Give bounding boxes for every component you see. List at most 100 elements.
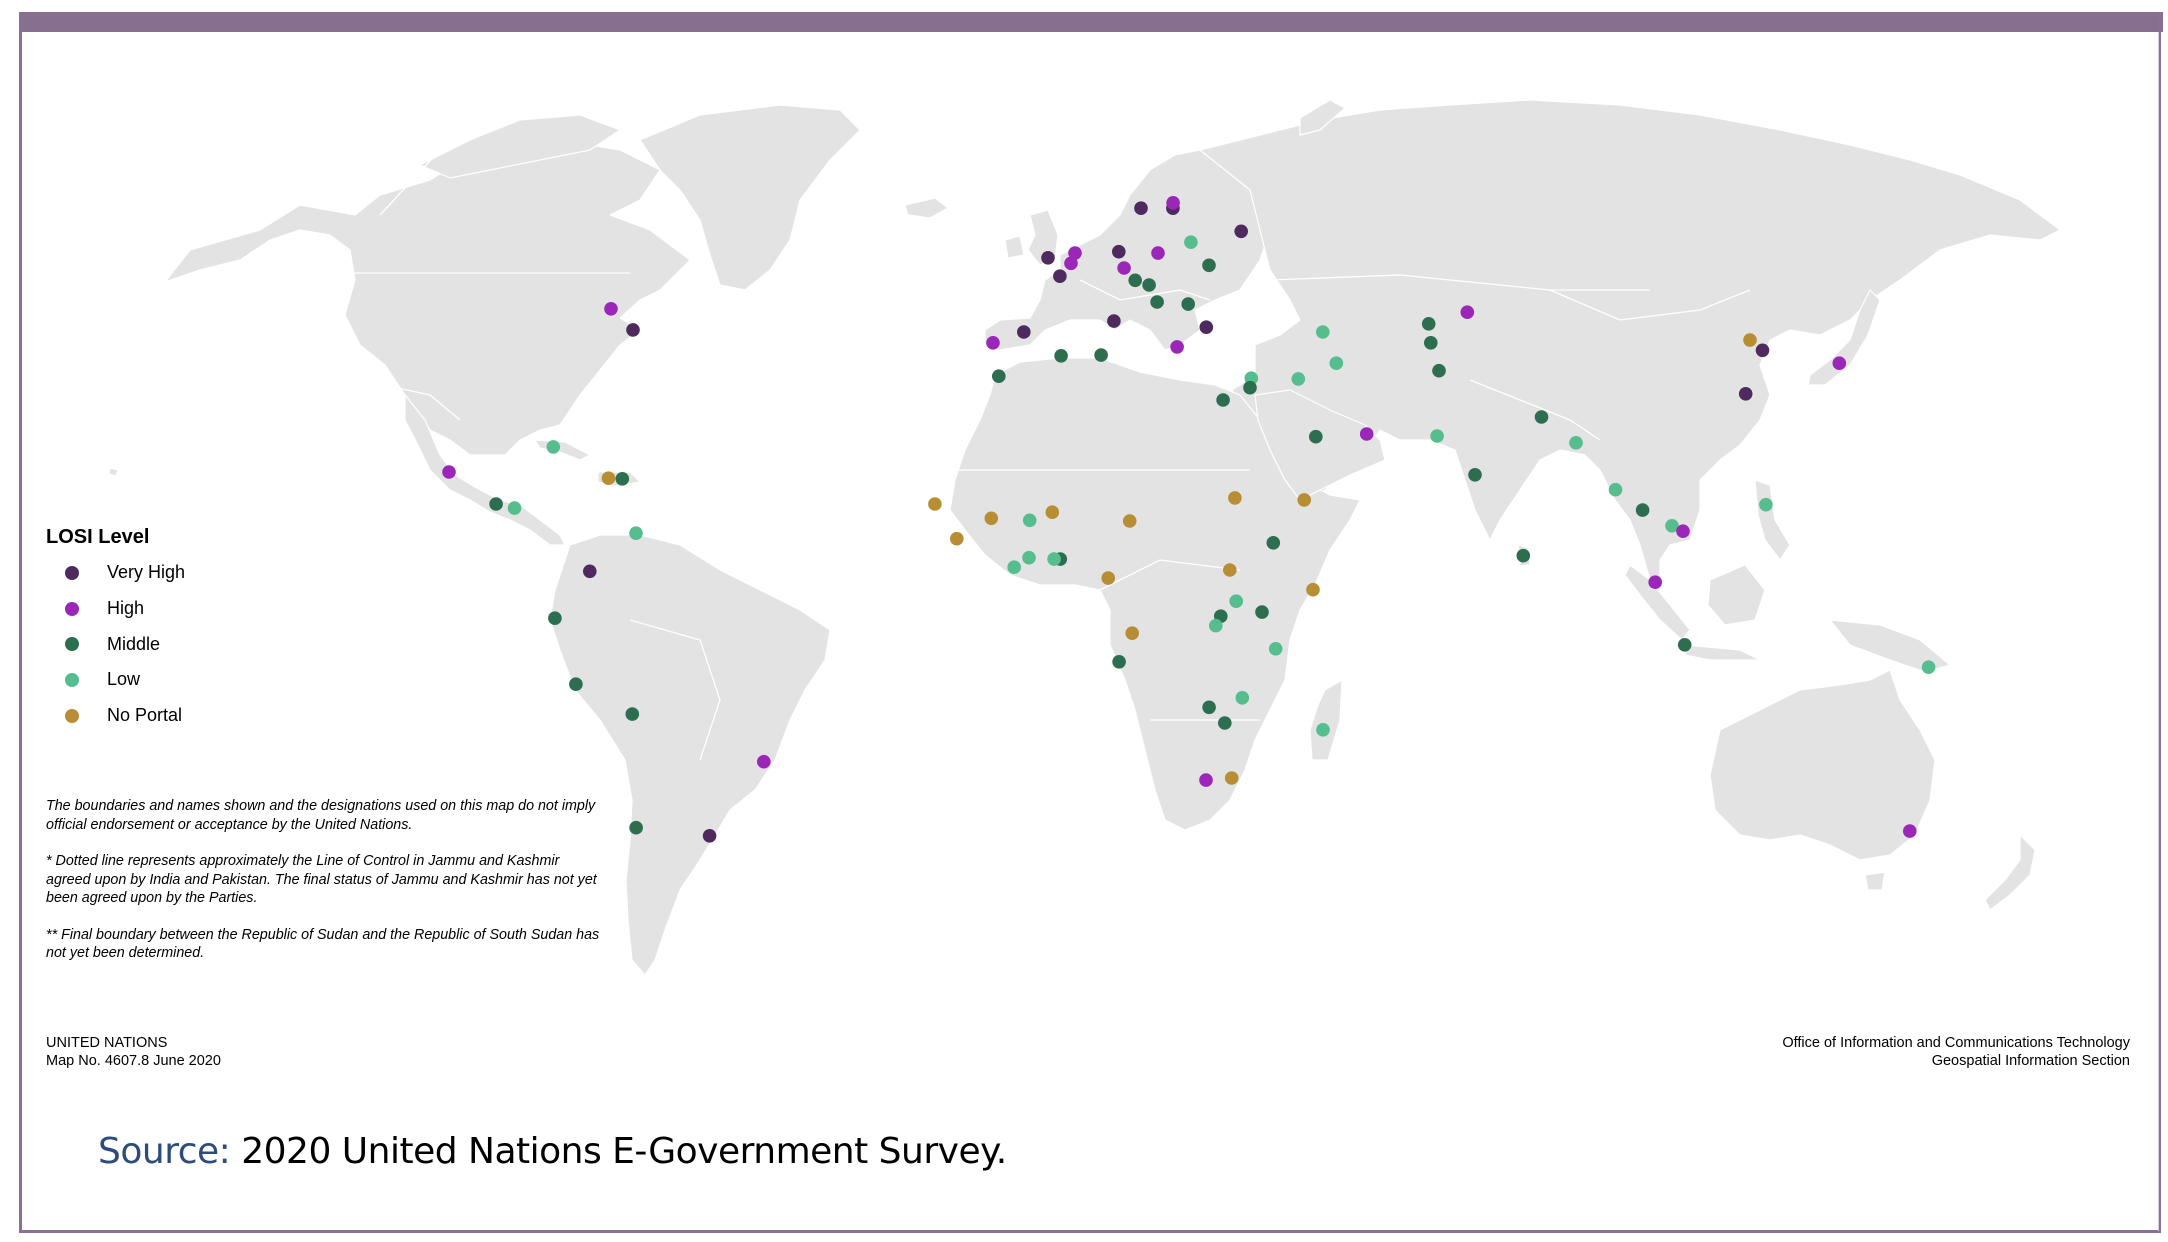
legend-item-middle: Middle xyxy=(46,626,185,662)
city-marker-very-high xyxy=(1041,250,1055,265)
city-marker-very-high xyxy=(702,829,717,843)
city-marker-no-portal xyxy=(1101,571,1115,585)
city-marker-low xyxy=(1007,560,1021,574)
city-marker-very-high xyxy=(1107,314,1121,328)
legend-items: Very High High Middle Low No Portal xyxy=(46,555,185,733)
city-marker-high xyxy=(1166,196,1180,210)
map-disclaimer: The boundaries and names shown and the d… xyxy=(46,797,606,981)
land-north-america xyxy=(164,139,691,456)
city-marker-high xyxy=(1676,524,1690,538)
city-marker-low xyxy=(1268,642,1283,656)
city-marker-no-portal xyxy=(1224,771,1239,785)
legend-item-very-high: Very High xyxy=(46,555,185,591)
city-marker-middle xyxy=(489,497,503,511)
city-marker-middle xyxy=(1202,258,1216,273)
city-marker-no-portal xyxy=(601,471,616,486)
disclaimer-boundaries: The boundaries and names shown and the d… xyxy=(46,798,596,833)
disclaimer-kashmir: * Dotted line represents approximately t… xyxy=(46,853,597,906)
city-marker-middle xyxy=(615,472,630,486)
city-marker-middle xyxy=(1266,536,1281,550)
city-marker-low xyxy=(1022,550,1036,565)
city-marker-middle xyxy=(548,611,562,625)
city-marker-middle xyxy=(1516,548,1531,563)
city-marker-high xyxy=(1199,773,1213,787)
city-marker-low xyxy=(507,501,522,515)
city-marker-middle xyxy=(1421,317,1436,331)
city-marker-no-portal xyxy=(1743,333,1757,347)
city-marker-high xyxy=(442,465,456,479)
city-marker-high xyxy=(1832,356,1847,371)
city-marker-high xyxy=(1117,261,1131,275)
city-marker-low xyxy=(1569,436,1583,450)
city-marker-high xyxy=(757,754,771,769)
city-marker-middle xyxy=(569,677,583,691)
city-marker-middle xyxy=(992,369,1006,384)
city-marker-no-portal xyxy=(1297,493,1311,507)
city-marker-very-high xyxy=(1053,269,1067,284)
legend-label: Very High xyxy=(107,562,186,583)
city-marker-middle xyxy=(1202,700,1216,715)
city-marker-very-high xyxy=(1112,244,1126,259)
city-marker-middle xyxy=(1677,638,1692,652)
city-marker-low xyxy=(1184,235,1198,249)
no-portal-dot-icon xyxy=(65,708,79,723)
city-marker-no-portal xyxy=(1228,491,1242,505)
city-marker-no-portal xyxy=(928,497,942,511)
city-marker-middle xyxy=(1424,336,1438,350)
city-marker-no-portal xyxy=(1125,626,1139,640)
legend-label: No Portal xyxy=(107,705,183,726)
low-dot-icon xyxy=(65,672,79,687)
land-java xyxy=(1684,644,1761,661)
land-ireland xyxy=(1004,235,1025,259)
source-text: 2020 United Nations E-Government Survey. xyxy=(230,1131,1007,1172)
city-marker-middle xyxy=(1128,273,1142,288)
city-marker-low xyxy=(1047,552,1061,566)
city-marker-middle xyxy=(1218,716,1232,730)
legend-item-no-portal: No Portal xyxy=(46,698,185,734)
city-marker-high xyxy=(1151,246,1165,260)
city-marker-high xyxy=(1064,256,1078,271)
land-tasmania xyxy=(1864,871,1886,891)
disclaimer-sudan: ** Final boundary between the Republic o… xyxy=(46,926,600,962)
city-marker-no-portal xyxy=(1223,563,1237,577)
city-marker-middle xyxy=(1142,278,1156,292)
city-marker-low xyxy=(1430,429,1444,443)
city-marker-middle xyxy=(1216,393,1230,407)
city-marker-low xyxy=(1209,618,1223,633)
city-marker-low xyxy=(1329,356,1344,371)
office-name: Office of Information and Communications… xyxy=(1782,1035,2130,1051)
city-marker-middle xyxy=(1243,380,1257,395)
city-marker-no-portal xyxy=(1122,514,1137,528)
city-marker-very-high xyxy=(1199,320,1214,335)
city-marker-no-portal xyxy=(1045,505,1060,519)
very-high-dot-icon xyxy=(65,565,79,580)
legend-item-low: Low xyxy=(46,662,185,698)
map-number: Map No. 4607.8 June 2020 xyxy=(46,1053,221,1069)
section-name: Geospatial Information Section xyxy=(1931,1053,2130,1069)
city-marker-middle xyxy=(1150,295,1164,309)
city-marker-very-high xyxy=(1755,343,1770,358)
land-new-zealand xyxy=(1984,834,2036,911)
city-marker-middle xyxy=(1309,429,1323,444)
city-marker-no-portal xyxy=(984,511,999,526)
city-marker-very-high xyxy=(1134,201,1148,215)
city-marker-low xyxy=(1921,660,1936,674)
city-marker-middle xyxy=(1181,297,1195,311)
city-marker-very-high xyxy=(1234,224,1248,239)
city-marker-no-portal xyxy=(1306,582,1320,597)
land-madagascar xyxy=(1309,679,1343,761)
city-marker-high xyxy=(1903,824,1917,838)
city-marker-high xyxy=(604,302,618,316)
city-marker-high xyxy=(1359,427,1374,441)
land-iceland xyxy=(904,197,949,219)
city-marker-middle xyxy=(625,707,640,721)
land-australia xyxy=(1709,669,1936,861)
city-marker-middle xyxy=(1094,348,1108,362)
city-marker-middle xyxy=(1255,605,1269,619)
city-marker-middle xyxy=(1054,349,1068,363)
city-marker-low xyxy=(629,526,643,540)
source-caption: Source: 2020 United Nations E-Government… xyxy=(98,1131,1007,1172)
city-marker-middle xyxy=(1534,410,1549,424)
office-credit: Office of Information and Communications… xyxy=(1782,1034,2130,1070)
city-marker-low xyxy=(1022,513,1037,528)
